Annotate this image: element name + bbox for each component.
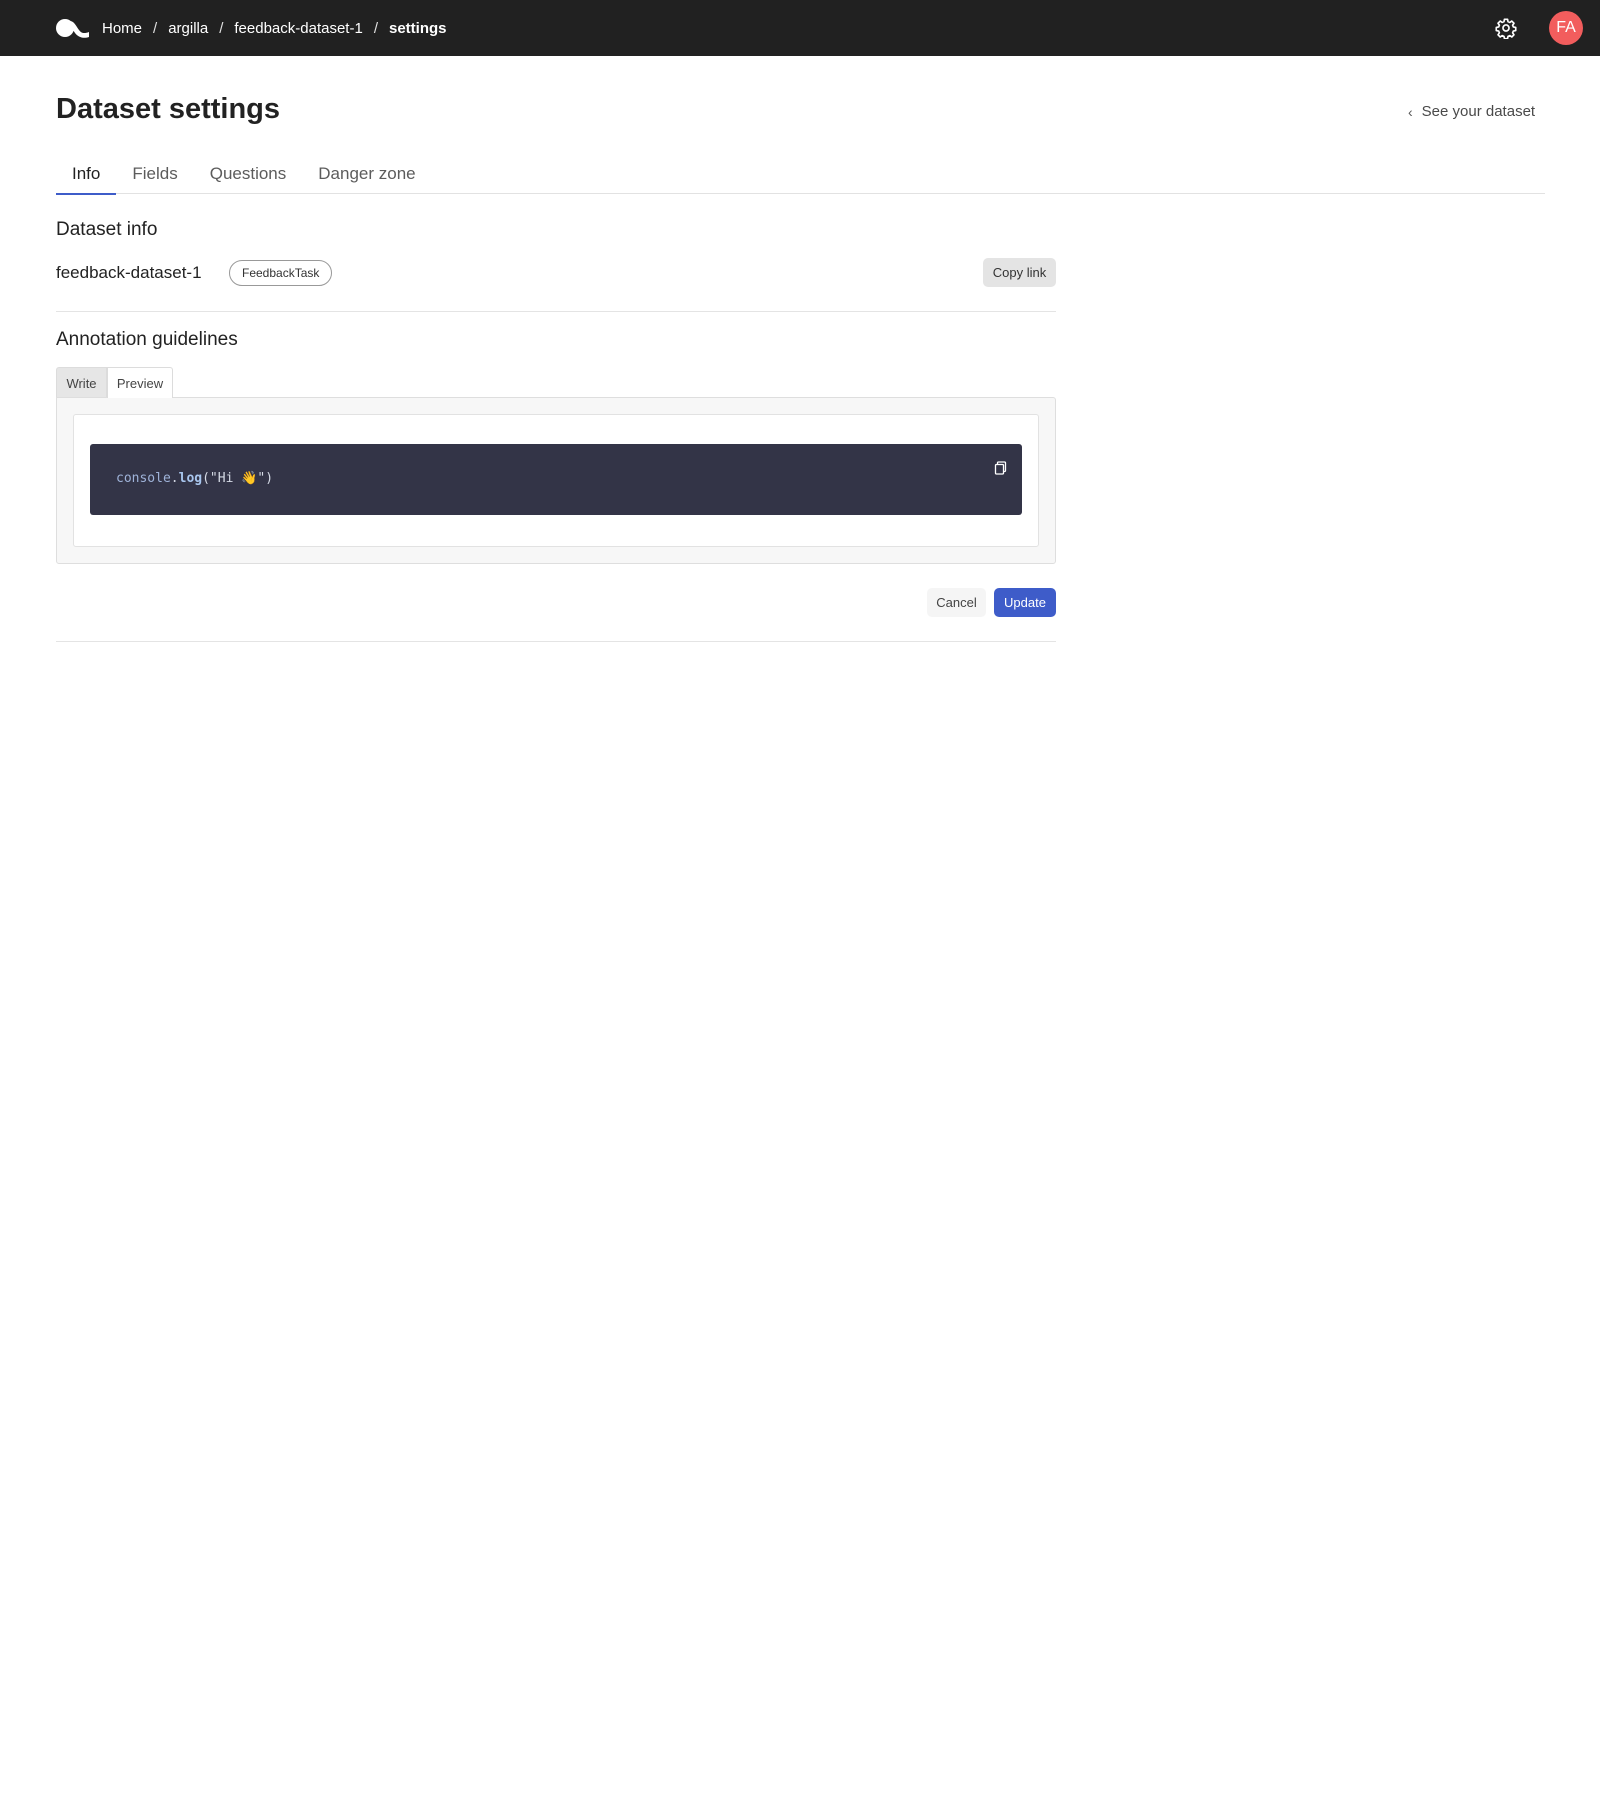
editor-tab-preview[interactable]: Preview [107,367,173,398]
breadcrumb-separator: / [373,19,378,37]
see-dataset-label: See your dataset [1421,103,1536,120]
settings-tabs: Info Fields Questions Danger zone [56,158,1545,195]
code-block: console.log("Hi 👋") [90,444,1022,515]
chevron-left-icon: ‹ [1408,103,1413,120]
dataset-name: feedback-dataset-1 [56,263,202,282]
code-function: log [178,471,203,486]
section-divider [56,311,1056,312]
see-dataset-link[interactable]: ‹ See your dataset [1408,103,1535,120]
section-divider [56,641,1056,642]
user-avatar[interactable]: FA [1549,11,1583,45]
copy-link-button[interactable]: Copy link [983,258,1056,287]
editor-tab-write[interactable]: Write [56,367,107,398]
annotation-guidelines-heading: Annotation guidelines [56,329,238,350]
cancel-button[interactable]: Cancel [927,588,986,617]
tab-questions[interactable]: Questions [194,158,303,194]
task-badge: FeedbackTask [229,260,333,286]
breadcrumb-separator: / [153,19,158,37]
copy-icon[interactable] [994,461,1008,475]
top-navigation-bar: Home / argilla / feedback-dataset-1 / se… [0,0,1600,56]
breadcrumb-home[interactable]: Home [102,20,142,37]
argilla-logo-icon[interactable] [56,18,90,38]
breadcrumb-dataset[interactable]: feedback-dataset-1 [234,20,362,37]
guidelines-editor: console.log("Hi 👋") [56,397,1056,564]
breadcrumb: Home / argilla / feedback-dataset-1 / se… [102,0,447,56]
code-object: console [116,471,171,486]
guidelines-preview: console.log("Hi 👋") [73,414,1039,547]
code-dot: . [170,471,179,486]
update-button[interactable]: Update [994,588,1056,617]
dataset-info-heading: Dataset info [56,219,158,240]
tab-danger-zone[interactable]: Danger zone [302,158,431,194]
page-title: Dataset settings [56,93,281,125]
breadcrumb-separator: / [219,19,224,37]
tab-fields[interactable]: Fields [116,158,193,194]
tab-info[interactable]: Info [56,158,117,195]
code-line: console.log("Hi 👋") [116,471,273,486]
breadcrumb-workspace[interactable]: argilla [168,20,208,37]
code-argument: ("Hi 👋") [202,471,274,486]
breadcrumb-current-page: settings [388,19,447,37]
gear-icon[interactable] [1495,17,1517,39]
